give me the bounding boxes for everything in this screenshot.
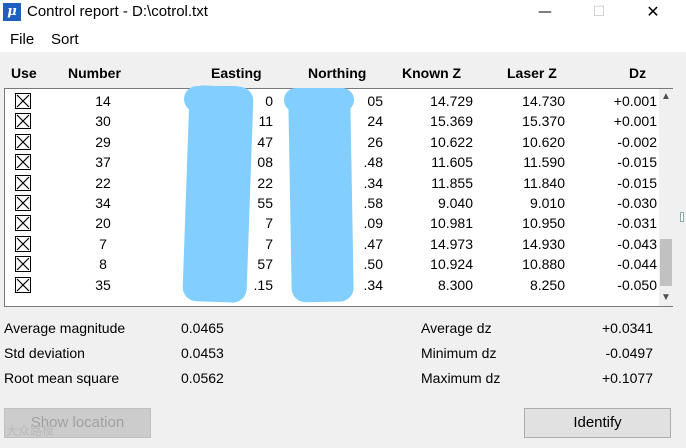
use-checkbox[interactable] (15, 154, 31, 171)
row-known-z: 11.855 (431, 174, 473, 191)
std-deviation-value: 0.0453 (181, 345, 224, 361)
max-dz-value: +0.1077 (602, 370, 653, 386)
min-dz-value: -0.0497 (605, 345, 653, 361)
header-dz[interactable]: Dz (629, 64, 646, 82)
use-checkbox[interactable] (15, 235, 31, 252)
column-header-row: Use Number Easting Northing Known Z Lase… (0, 60, 686, 86)
row-laser-z: 9.010 (529, 194, 565, 211)
row-number: 35 (95, 276, 111, 293)
row-known-z: 14.973 (430, 235, 473, 252)
row-dz: -0.015 (617, 174, 657, 191)
row-dz: -0.002 (617, 133, 657, 150)
row-number: 37 (95, 154, 111, 171)
use-checkbox[interactable] (15, 174, 31, 191)
use-checkbox[interactable] (15, 133, 31, 150)
row-number: 8 (99, 256, 107, 273)
minimize-button[interactable]: — (522, 0, 568, 26)
row-laser-z: 14.730 (522, 93, 565, 109)
avg-magnitude-label: Average magnitude (4, 320, 126, 336)
row-dz: -0.031 (617, 215, 657, 232)
redaction-mark-northing-top (284, 88, 354, 112)
row-laser-z: 8.250 (529, 276, 565, 293)
row-laser-z: 10.950 (522, 215, 565, 232)
row-number: 14 (95, 93, 111, 109)
use-checkbox[interactable] (15, 276, 31, 293)
row-known-z: 10.622 (430, 133, 473, 150)
menu-sort[interactable]: Sort (51, 31, 79, 49)
max-dz-label: Maximum dz (421, 370, 501, 386)
redaction-mark-northing (288, 89, 354, 303)
row-number: 30 (95, 113, 111, 130)
menu-bar: File Sort (0, 28, 686, 52)
row-laser-z: 11.590 (523, 154, 565, 171)
header-easting[interactable]: Easting (211, 64, 262, 82)
maximize-button[interactable]: ☐ (576, 0, 622, 26)
header-use[interactable]: Use (11, 64, 37, 82)
header-laser-z[interactable]: Laser Z (507, 64, 557, 82)
window-title: Control report - D:\cotrol.txt (27, 3, 208, 20)
scroll-down-arrow-icon[interactable]: ▼ (659, 290, 673, 306)
use-checkbox[interactable] (15, 93, 31, 109)
use-checkbox[interactable] (15, 256, 31, 273)
title-bar: μ Control report - D:\cotrol.txt — ☐ ✕ (0, 0, 686, 28)
app-icon: μ (3, 3, 21, 21)
row-number: 20 (95, 215, 111, 232)
menu-file[interactable]: File (10, 31, 34, 49)
row-laser-z: 14.930 (522, 235, 565, 252)
use-checkbox[interactable] (15, 215, 31, 232)
min-dz-label: Minimum dz (421, 345, 497, 361)
row-known-z: 9.040 (437, 194, 473, 211)
window-resize-handle[interactable] (680, 212, 684, 222)
row-dz: -0.030 (617, 194, 657, 211)
row-laser-z: 10.880 (522, 256, 565, 273)
vertical-scrollbar[interactable]: ▲ ▼ (659, 89, 673, 306)
rms-value: 0.0562 (181, 370, 224, 386)
row-dz: +0.001 (613, 113, 657, 130)
row-known-z: 8.300 (437, 276, 473, 293)
row-dz: -0.050 (617, 276, 657, 293)
row-dz: +0.001 (613, 93, 657, 109)
row-number: 34 (95, 194, 111, 211)
row-known-z: 10.924 (430, 256, 473, 273)
row-number: 29 (95, 133, 111, 150)
use-checkbox[interactable] (15, 194, 31, 211)
scroll-up-arrow-icon[interactable]: ▲ (659, 89, 673, 105)
row-dz: -0.015 (617, 154, 657, 171)
row-laser-z: 11.840 (523, 174, 565, 191)
header-northing[interactable]: Northing (308, 64, 366, 82)
row-known-z: 10.981 (430, 215, 473, 232)
row-known-z: 14.729 (430, 93, 473, 109)
row-number: 7 (99, 235, 107, 252)
close-button[interactable]: ✕ (630, 0, 676, 26)
scroll-thumb[interactable] (660, 239, 672, 286)
watermark: 大众路模 (6, 424, 55, 438)
avg-magnitude-value: 0.0465 (181, 320, 224, 336)
row-dz: -0.043 (617, 235, 657, 252)
avg-dz-value: +0.0341 (602, 320, 653, 336)
row-laser-z: 10.620 (522, 133, 565, 150)
avg-dz-label: Average dz (421, 320, 492, 336)
row-known-z: 11.605 (431, 154, 473, 171)
header-known-z[interactable]: Known Z (402, 64, 461, 82)
std-deviation-label: Std deviation (4, 345, 85, 361)
row-number: 22 (95, 174, 111, 191)
identify-button[interactable]: Identify (524, 408, 671, 438)
redaction-mark-easting-top (184, 86, 248, 112)
use-checkbox[interactable] (15, 113, 31, 130)
row-dz: -0.044 (617, 256, 657, 273)
rms-label: Root mean square (4, 370, 120, 386)
header-number[interactable]: Number (68, 64, 121, 82)
row-laser-z: 15.370 (522, 113, 565, 130)
row-known-z: 15.369 (430, 113, 473, 130)
redaction-mark-easting (182, 84, 254, 304)
